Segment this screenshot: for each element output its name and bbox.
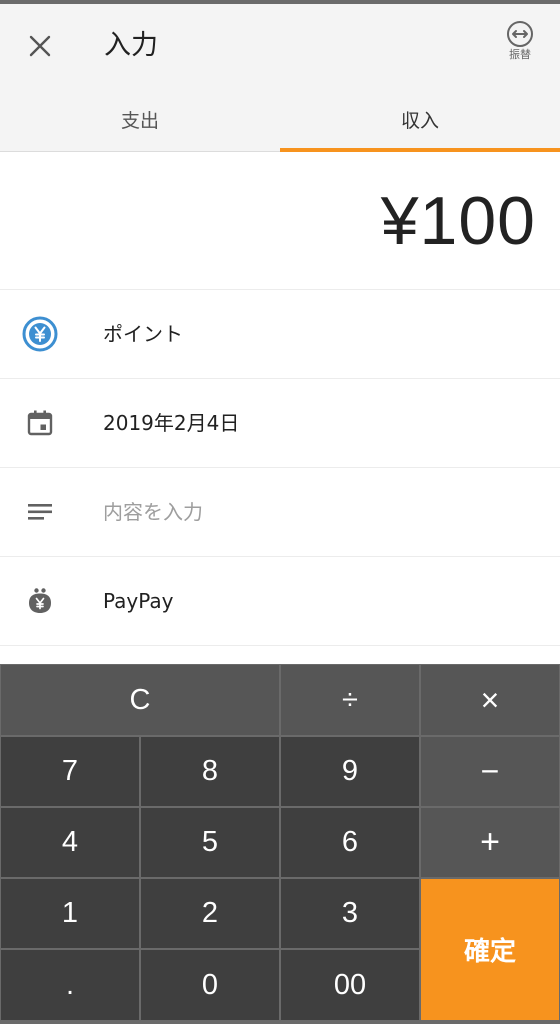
wallet-value: PayPay (103, 589, 174, 613)
wallet-icon (20, 581, 60, 621)
digit-4-key[interactable]: 4 (1, 808, 139, 877)
wallet-field[interactable]: PayPay (0, 557, 560, 646)
divide-key[interactable]: ÷ (281, 665, 419, 735)
yen-coin-icon (20, 314, 60, 354)
digit-0-key[interactable]: 0 (141, 950, 279, 1020)
category-value: ポイント (103, 322, 183, 346)
transfer-icon (507, 21, 533, 47)
decimal-key[interactable]: . (1, 950, 139, 1020)
tab-income[interactable]: 収入 (280, 88, 560, 152)
date-field[interactable]: 2019年2月4日 (0, 379, 560, 468)
digit-3-key[interactable]: 3 (281, 879, 419, 948)
digit-7-key[interactable]: 7 (1, 737, 139, 806)
amount-display[interactable]: ¥100 (0, 152, 560, 290)
digit-9-key[interactable]: 9 (281, 737, 419, 806)
clear-key[interactable]: C (1, 665, 279, 735)
plus-key[interactable]: + (421, 808, 559, 877)
double-zero-key[interactable]: 00 (281, 950, 419, 1020)
transfer-button[interactable]: 振替 (496, 20, 544, 72)
tab-expense[interactable]: 支出 (0, 88, 280, 151)
calculator-keypad: C ÷ × 7 8 9 − 4 5 6 + 1 2 3 . 0 00 確定 (0, 664, 560, 1024)
notes-icon (20, 492, 60, 532)
app-header: 入力 振替 (0, 4, 560, 88)
digit-5-key[interactable]: 5 (141, 808, 279, 877)
confirm-button[interactable]: 確定 (421, 879, 559, 1020)
memo-field[interactable]: 内容を入力 (0, 468, 560, 557)
digit-1-key[interactable]: 1 (1, 879, 139, 948)
close-icon (29, 35, 51, 57)
amount-value: ¥100 (380, 182, 536, 259)
multiply-key[interactable]: × (421, 665, 559, 735)
memo-input[interactable]: 内容を入力 (103, 468, 203, 557)
transfer-label: 振替 (509, 48, 531, 61)
category-field[interactable]: ポイント (0, 290, 560, 379)
tab-bar: 支出 収入 (0, 88, 560, 152)
minus-key[interactable]: − (421, 737, 559, 806)
calendar-icon (20, 403, 60, 443)
digit-6-key[interactable]: 6 (281, 808, 419, 877)
digit-2-key[interactable]: 2 (141, 879, 279, 948)
page-title: 入力 (104, 30, 158, 61)
date-value: 2019年2月4日 (103, 411, 240, 435)
close-button[interactable] (18, 24, 62, 68)
digit-8-key[interactable]: 8 (141, 737, 279, 806)
